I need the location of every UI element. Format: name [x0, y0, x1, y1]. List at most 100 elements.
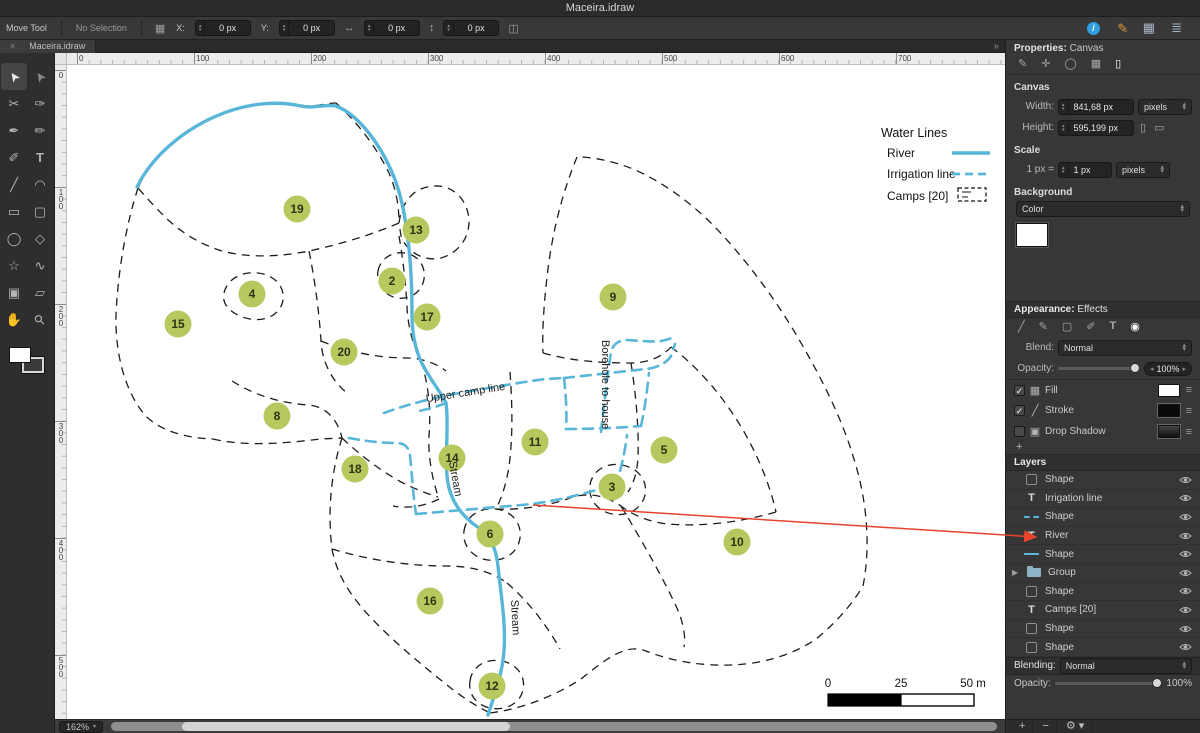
grid-options-icon[interactable]: ▦: [1091, 57, 1101, 70]
brush-icon[interactable]: ✐: [1113, 23, 1129, 34]
layer-row[interactable]: Shape: [1006, 620, 1200, 639]
stepper-arrows-icon[interactable]: ▴ ▾: [1059, 162, 1069, 177]
color-indicator[interactable]: [9, 347, 47, 377]
layer-name[interactable]: Shape: [1045, 586, 1173, 597]
rectangle-tool[interactable]: ▭: [1, 198, 27, 225]
camp-marker-15[interactable]: 15: [164, 310, 192, 338]
scale-unit-select[interactable]: pixels ▴ ▾: [1116, 161, 1170, 178]
landscape-page-icon[interactable]: ▭: [1154, 121, 1164, 134]
layers-panel-icon[interactable]: ≣: [1171, 20, 1182, 36]
transform-icon[interactable]: ✛: [1041, 57, 1050, 70]
disclosure-triangle-icon[interactable]: ▶: [1012, 568, 1020, 577]
width-input[interactable]: ▴ ▾ 0 px: [363, 20, 420, 36]
visibility-eye-icon[interactable]: [1179, 642, 1192, 652]
zoom-tool[interactable]: ⚲: [27, 306, 53, 333]
map-label[interactable]: Borehole to house: [599, 340, 611, 429]
camp-marker-11[interactable]: 11: [521, 428, 549, 456]
style-pen-icon[interactable]: ✎: [1018, 57, 1027, 70]
arc-tool[interactable]: ◠: [27, 171, 53, 198]
opacity-slider[interactable]: [1058, 363, 1140, 373]
star-tool[interactable]: ☆: [1, 252, 27, 279]
layer-name[interactable]: Shape: [1045, 474, 1173, 485]
layer-name[interactable]: River: [1045, 530, 1173, 541]
document-tab[interactable]: × Maceira.idraw: [0, 39, 97, 53]
visibility-eye-icon[interactable]: [1179, 493, 1192, 503]
layer-name[interactable]: Shape: [1045, 511, 1173, 522]
map-label[interactable]: Stream: [508, 600, 522, 636]
camp-marker-20[interactable]: 20: [330, 338, 358, 366]
stepper-arrows-icon[interactable]: ▴ ▾: [1059, 99, 1069, 114]
constrain-icon[interactable]: ◫: [508, 22, 518, 35]
add-layer-button[interactable]: +: [1012, 720, 1034, 733]
line-tool[interactable]: ╱: [1, 171, 27, 198]
parallelogram-tool[interactable]: ▱: [27, 279, 53, 306]
layer-name[interactable]: Shape: [1045, 549, 1173, 560]
layer-row[interactable]: Shape: [1006, 638, 1200, 657]
stroke-swatch[interactable]: [1156, 403, 1181, 418]
blend-select[interactable]: Normal ▴ ▾: [1058, 339, 1192, 356]
polygon-tool[interactable]: ◇: [27, 225, 53, 252]
zoom-level-control[interactable]: 162% ▾: [59, 720, 104, 733]
marker-style-icon[interactable]: ✐: [1086, 320, 1095, 333]
direct-select-tool[interactable]: ➤: [27, 63, 53, 90]
camp-marker-4[interactable]: 4: [238, 280, 266, 308]
visibility-eye-icon[interactable]: [1179, 568, 1192, 578]
camp-marker-9[interactable]: 9: [599, 283, 627, 311]
visibility-eye-icon[interactable]: [1179, 624, 1192, 634]
layer-row[interactable]: T Camps [20]: [1006, 601, 1200, 620]
camp-marker-12[interactable]: 12: [478, 672, 506, 700]
portrait-page-icon[interactable]: ▯: [1140, 121, 1146, 134]
horizontal-scrollbar[interactable]: [111, 722, 997, 731]
camp-marker-18[interactable]: 18: [341, 455, 369, 483]
grid-icon[interactable]: ▦: [1143, 20, 1155, 36]
scale-value-input[interactable]: ▴ ▾ 1 px: [1058, 161, 1112, 178]
camp-marker-8[interactable]: 8: [263, 402, 291, 430]
background-type-select[interactable]: Color ▴ ▾: [1016, 201, 1190, 217]
opacity-slider-knob[interactable]: [1129, 363, 1140, 373]
text-style-icon[interactable]: T: [1109, 320, 1116, 333]
layer-row[interactable]: ▶ Group: [1006, 564, 1200, 583]
document-canvas[interactable]: 19 13 2 4 17 9 15 20 8 14 11 5 18 3 6 10 16 12 Upper camp…: [67, 65, 1005, 719]
pencil-tool[interactable]: ✏: [27, 117, 53, 144]
knife-tool[interactable]: ✂: [1, 90, 27, 117]
remove-layer-button[interactable]: −: [1035, 720, 1057, 733]
pen-tool[interactable]: ✒: [1, 117, 27, 144]
pen-style-icon[interactable]: ✎: [1039, 320, 1048, 333]
effects-style-icon[interactable]: ◉: [1130, 320, 1140, 333]
layer-name[interactable]: Group: [1048, 567, 1173, 578]
visibility-eye-icon[interactable]: [1179, 512, 1192, 522]
document-options-icon[interactable]: ▯: [1115, 57, 1121, 70]
marker-tool[interactable]: ✐: [1, 144, 27, 171]
camp-marker-13[interactable]: 13: [402, 216, 430, 244]
layer-opacity-slider[interactable]: [1054, 678, 1163, 689]
visibility-eye-icon[interactable]: [1179, 475, 1192, 485]
camp-marker-10[interactable]: 10: [723, 528, 751, 556]
camp-marker-3[interactable]: 3: [598, 473, 626, 501]
camp-marker-17[interactable]: 17: [413, 303, 441, 331]
drop-shadow-checkbox[interactable]: ✓: [1014, 426, 1025, 437]
canvas-width-input[interactable]: ▴ ▾ 841,68 px: [1058, 98, 1134, 115]
ellipse-tool[interactable]: ◯: [1, 225, 27, 252]
layer-row[interactable]: Shape: [1006, 545, 1200, 564]
shape-style-icon[interactable]: ▢: [1062, 320, 1072, 333]
background-color-swatch[interactable]: [1015, 222, 1049, 248]
select-tool[interactable]: ➤: [1, 63, 27, 90]
canvas-height-input[interactable]: ▴ ▾ 595,199 px: [1058, 119, 1134, 136]
visibility-eye-icon[interactable]: [1179, 586, 1192, 596]
visibility-eye-icon[interactable]: [1179, 531, 1192, 541]
layer-settings-button[interactable]: ⚙ ▾: [1059, 720, 1093, 733]
layer-row[interactable]: T River: [1006, 527, 1200, 546]
scrollbar-thumb[interactable]: [181, 722, 510, 731]
layer-row[interactable]: Shape: [1006, 471, 1200, 490]
stepper-arrows-icon[interactable]: ▴ ▾: [444, 21, 454, 35]
add-effect-button[interactable]: +: [1006, 442, 1200, 454]
line-style-icon[interactable]: ╱: [1018, 320, 1025, 333]
camp-marker-5[interactable]: 5: [650, 436, 678, 464]
camp-marker-6[interactable]: 6: [476, 520, 504, 548]
layer-name[interactable]: Camps [20]: [1045, 604, 1173, 615]
camp-marker-16[interactable]: 16: [416, 587, 444, 615]
text-tool[interactable]: T: [27, 144, 53, 171]
rounded-rectangle-tool[interactable]: ▢: [27, 198, 53, 225]
fill-checkbox[interactable]: ✓: [1014, 384, 1025, 396]
tab-overflow-icon[interactable]: »: [993, 41, 1005, 52]
